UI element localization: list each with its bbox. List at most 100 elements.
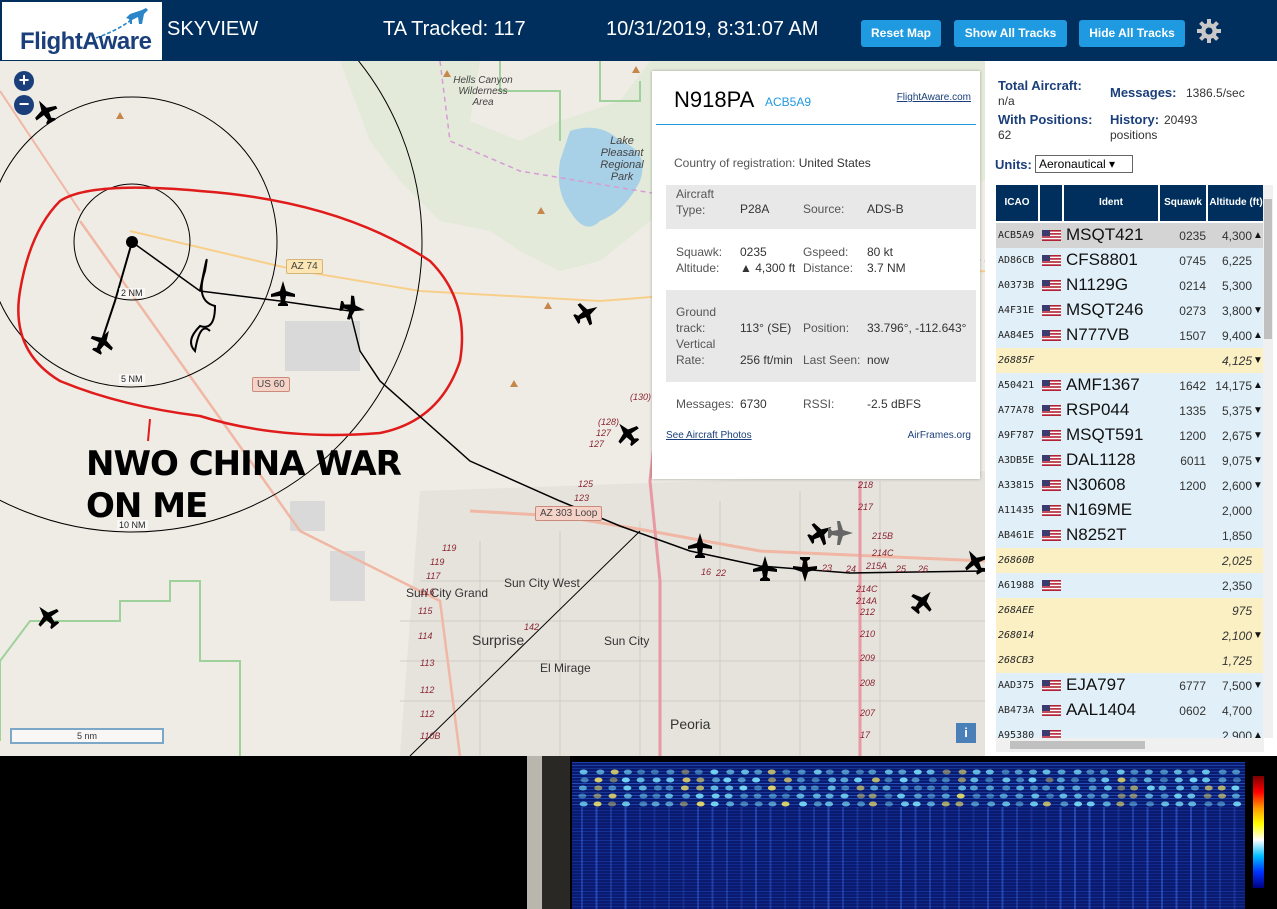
road-label-az74: AZ 74 bbox=[286, 259, 323, 274]
table-row[interactable]: A61988 2,350 bbox=[996, 573, 1264, 598]
us-flag-icon bbox=[1042, 580, 1061, 591]
place-hells-canyon: Hells Canyon Wilderness Area bbox=[453, 75, 513, 108]
us-flag-icon bbox=[1042, 680, 1061, 691]
table-row[interactable]: AAD375 EJA797 6777 7,500 ▼ bbox=[996, 673, 1264, 698]
table-row[interactable]: A0373B N1129G 0214 5,300 bbox=[996, 273, 1264, 298]
table-row[interactable]: 268014 2,100 ▼ bbox=[996, 623, 1264, 648]
flightaware-link[interactable]: FlightAware.com bbox=[897, 92, 971, 103]
selected-icao[interactable]: ACB5A9 bbox=[765, 95, 811, 109]
row-icao: A9F787 bbox=[998, 430, 1035, 441]
row-squawk: 0214 bbox=[1179, 279, 1206, 293]
gray-block bbox=[330, 551, 365, 601]
exit-number-label: 26 bbox=[918, 564, 929, 574]
table-row[interactable]: A4F31E MSQT246 0273 3,800 ▼ bbox=[996, 298, 1264, 323]
table-row[interactable]: 26885F 4,125 ▼ bbox=[996, 348, 1264, 373]
zoom-in-button[interactable]: + bbox=[14, 71, 34, 91]
table-row[interactable]: A95380 2,900 ▲ bbox=[996, 723, 1264, 738]
table-row[interactable]: ACB5A9 MSQT421 0235 4,300 ▲ bbox=[996, 223, 1264, 248]
table-row[interactable]: AB461E N8252T 1,850 bbox=[996, 523, 1264, 548]
panel-divider[interactable] bbox=[527, 756, 542, 909]
gspeed-label: Gspeed: bbox=[803, 245, 849, 259]
row-icao: A61988 bbox=[998, 580, 1035, 591]
table-horizontal-scrollbar[interactable] bbox=[996, 738, 1264, 752]
us-flag-icon bbox=[1042, 280, 1061, 291]
table-row[interactable]: A11435 N169ME 2,000 bbox=[996, 498, 1264, 523]
row-altitude-trend-icon: ▼ bbox=[1253, 480, 1263, 491]
table-row[interactable]: AA84E5 N777VB 1507 9,400 ▲ bbox=[996, 323, 1264, 348]
road bbox=[0, 90, 81, 212]
column-header-icao[interactable]: ICAO bbox=[996, 185, 1038, 221]
us-flag-icon bbox=[1042, 330, 1061, 341]
row-altitude: 5,375 bbox=[1221, 404, 1252, 418]
exit-number-label: 119 bbox=[430, 557, 445, 567]
red-mark bbox=[147, 418, 151, 442]
position-label: Position: bbox=[803, 321, 850, 335]
table-row[interactable]: A9F787 MSQT591 1200 2,675 ▼ bbox=[996, 423, 1264, 448]
place-el-mirage: El Mirage bbox=[540, 661, 591, 675]
table-row[interactable]: A3DB5E DAL1128 6011 9,075 ▼ bbox=[996, 448, 1264, 473]
reset-map-button[interactable]: Reset Map bbox=[861, 20, 941, 47]
table-row[interactable]: 26860B 2,025 bbox=[996, 548, 1264, 573]
us-flag-icon bbox=[1042, 230, 1061, 241]
us-flag-icon bbox=[1042, 705, 1061, 716]
squawk-label: Squawk: bbox=[676, 245, 723, 259]
table-row[interactable]: AB473A AAL1404 0602 4,700 bbox=[996, 698, 1264, 723]
road-label-us60: US 60 bbox=[252, 377, 290, 392]
skyview-app: FlightAware SKYVIEW TA Tracked: 117 10/3… bbox=[0, 0, 1277, 909]
units-select[interactable]: Aeronautical ▾ bbox=[1035, 155, 1133, 173]
exit-number-label: 127 bbox=[589, 439, 605, 449]
table-row[interactable]: 268AEE 975 bbox=[996, 598, 1264, 623]
position-value: 33.796°, -112.643° bbox=[867, 321, 967, 335]
column-header-altitude[interactable]: Altitude (ft) bbox=[1208, 185, 1264, 221]
scroll-thumb[interactable] bbox=[1264, 199, 1272, 339]
column-header-ident[interactable]: Ident bbox=[1064, 185, 1158, 221]
exit-number-label: 214A bbox=[856, 596, 878, 606]
place-sun-city-west: Sun City West bbox=[504, 576, 580, 590]
row-altitude-trend-icon: ▼ bbox=[1253, 305, 1263, 316]
row-altitude-trend-icon: ▼ bbox=[1253, 405, 1263, 416]
show-all-tracks-button[interactable]: Show All Tracks bbox=[954, 20, 1067, 47]
row-ident: N8252T bbox=[1066, 525, 1127, 544]
row-altitude: 4,300 bbox=[1221, 229, 1252, 243]
exit-number-label: 16 bbox=[701, 567, 712, 577]
row-altitude: 3,800 bbox=[1221, 304, 1252, 318]
with-positions-label: With Positions: bbox=[998, 112, 1093, 127]
row-squawk: 1642 bbox=[1179, 379, 1206, 393]
aircraft-type-value: P28A bbox=[740, 202, 770, 216]
row-ident: CFS8801 bbox=[1066, 250, 1138, 269]
flight-track-pattern bbox=[190, 258, 217, 354]
exit-number-label: 24 bbox=[846, 564, 857, 574]
row-altitude: 2,350 bbox=[1221, 579, 1252, 593]
table-row[interactable]: A33815 N30608 1200 2,600 ▼ bbox=[996, 473, 1264, 498]
row-altitude: 2,900 bbox=[1221, 729, 1252, 738]
exit-number-label: 215B bbox=[872, 531, 894, 541]
table-row[interactable]: A50421 AMF1367 1642 14,175 ▲ bbox=[996, 373, 1264, 398]
row-icao: 268014 bbox=[998, 630, 1035, 641]
map-scale-bar: 5 nm bbox=[10, 728, 164, 744]
exit-number-label: (130) bbox=[630, 392, 652, 402]
table-row[interactable]: AD86CB CFS8801 0745 6,225 bbox=[996, 248, 1264, 273]
squawk-value: 0235 bbox=[740, 245, 767, 259]
road-label-az303: AZ 303 Loop bbox=[535, 506, 603, 521]
flightaware-logo[interactable]: FlightAware bbox=[2, 2, 162, 60]
exit-number-label: 110B bbox=[420, 731, 441, 741]
exit-number-label: 116 bbox=[420, 587, 435, 597]
map-info-button[interactable]: i bbox=[956, 723, 976, 743]
table-vertical-scrollbar[interactable] bbox=[1263, 185, 1273, 738]
table-row[interactable]: 268CB3 1,725 bbox=[996, 648, 1264, 673]
selected-registration: N918PA bbox=[674, 87, 755, 112]
zoom-out-button[interactable]: − bbox=[14, 95, 34, 115]
gear-icon[interactable] bbox=[1196, 18, 1222, 44]
airframes-link[interactable]: AirFrames.org bbox=[908, 430, 971, 441]
column-header-flag[interactable] bbox=[1040, 185, 1062, 221]
row-altitude: 975 bbox=[1231, 604, 1252, 618]
row-squawk: 0235 bbox=[1179, 229, 1206, 243]
row-squawk: 0602 bbox=[1179, 704, 1206, 718]
table-row[interactable]: A77A78 RSP044 1335 5,375 ▼ bbox=[996, 398, 1264, 423]
hide-all-tracks-button[interactable]: Hide All Tracks bbox=[1079, 20, 1185, 47]
column-header-squawk[interactable]: Squawk bbox=[1160, 185, 1206, 221]
aircraft-photos-link[interactable]: See Aircraft Photos bbox=[666, 430, 752, 441]
row-ident: MSQT246 bbox=[1066, 300, 1144, 319]
waterfall-spectrogram bbox=[572, 762, 1245, 909]
scroll-thumb[interactable] bbox=[1010, 741, 1145, 749]
